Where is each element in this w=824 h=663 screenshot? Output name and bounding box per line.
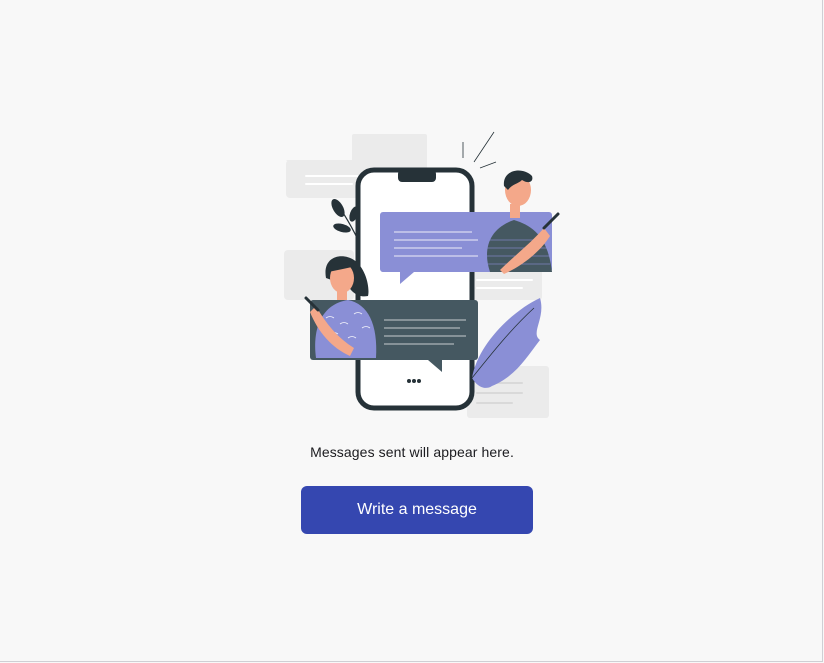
empty-state-message: Messages sent will appear here. <box>310 444 514 460</box>
empty-state-panel: Messages sent will appear here. Write a … <box>0 0 823 662</box>
burst-lines <box>462 131 497 169</box>
chat-messages-illustration <box>284 131 560 418</box>
phone <box>355 167 475 411</box>
write-message-button[interactable]: Write a message <box>301 486 533 534</box>
